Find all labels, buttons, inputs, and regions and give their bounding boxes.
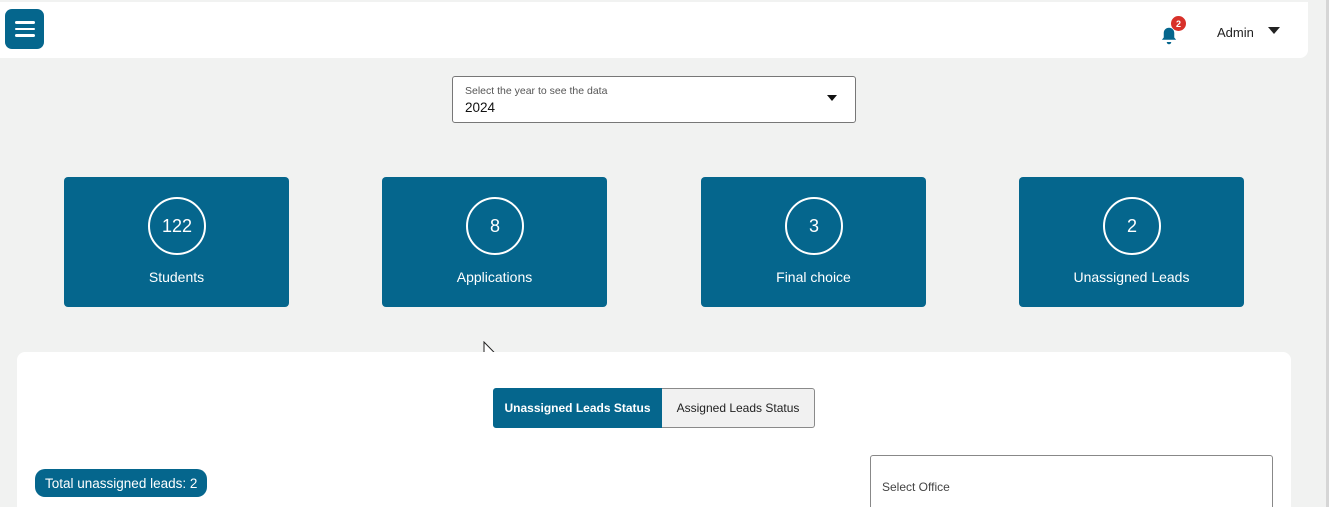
year-select-label: Select the year to see the data: [465, 85, 608, 97]
stat-card-students[interactable]: 122 Students: [64, 177, 289, 307]
stat-value: 2: [1103, 197, 1161, 255]
stat-card-applications[interactable]: 8 Applications: [382, 177, 607, 307]
year-select[interactable]: Select the year to see the data 2024: [452, 76, 856, 123]
office-select[interactable]: Select Office: [870, 455, 1273, 507]
leads-panel: Unassigned Leads Status Assigned Leads S…: [17, 352, 1291, 507]
total-unassigned-badge: Total unassigned leads: 2: [35, 469, 208, 497]
leads-status-tabs: Unassigned Leads Status Assigned Leads S…: [493, 388, 815, 428]
stat-value: 122: [148, 197, 206, 255]
stat-label: Students: [148, 269, 205, 285]
office-select-placeholder: Select Office: [882, 480, 950, 494]
year-select-value: 2024: [465, 100, 496, 115]
hamburger-icon: [14, 21, 35, 24]
stat-card-unassigned-leads[interactable]: 2 Unassigned Leads: [1019, 177, 1244, 307]
tab-assigned-leads-status[interactable]: Assigned Leads Status: [662, 388, 815, 428]
stat-label: Applications: [456, 269, 533, 285]
stat-value: 3: [785, 197, 843, 255]
stat-card-final-choice[interactable]: 3 Final choice: [701, 177, 926, 307]
caret-down-icon[interactable]: [1268, 27, 1280, 34]
hamburger-icon: [14, 34, 35, 37]
top-bar: 2 Admin: [0, 2, 1308, 58]
user-menu[interactable]: Admin: [1217, 25, 1254, 40]
stat-value: 8: [466, 197, 524, 255]
stat-label: Unassigned Leads: [1073, 269, 1190, 285]
menu-button[interactable]: [5, 9, 44, 49]
chevron-down-icon: [827, 95, 837, 101]
notification-badge: 2: [1171, 16, 1186, 31]
hamburger-icon: [14, 27, 35, 31]
stat-label: Final choice: [776, 269, 851, 285]
tab-unassigned-leads-status[interactable]: Unassigned Leads Status: [493, 388, 662, 428]
